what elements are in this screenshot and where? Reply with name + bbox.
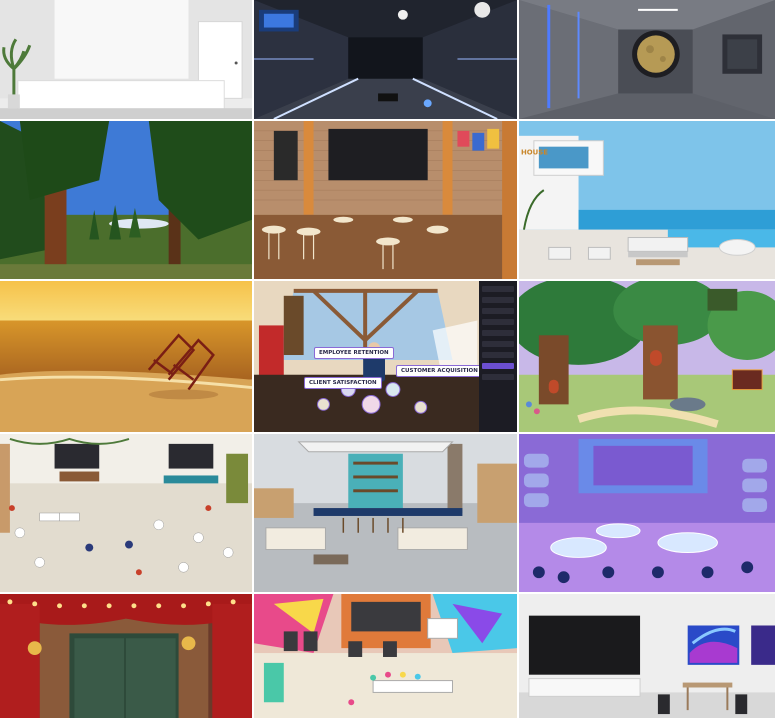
minimal-gallery-scene (519, 594, 775, 718)
neon-lounge-scene (519, 434, 775, 592)
tile-fairy-tree-house[interactable] (519, 281, 777, 434)
tile-golden-beach[interactable] (0, 281, 254, 434)
background-gallery-grid: HOUSE EMPLOYEE RETENTION CUSTOMER ACQUIS… (0, 0, 777, 720)
tile-open-plan-office[interactable] (0, 434, 254, 594)
poolside-villa-scene: HOUSE (519, 121, 775, 279)
brick-loft-scene (254, 121, 517, 279)
tile-spaceship-window-moon[interactable] (519, 0, 777, 121)
tile-poolside-villa[interactable]: HOUSE (519, 121, 777, 281)
tile-neon-ice-lounge[interactable] (519, 434, 777, 594)
office-reception-scene (0, 0, 252, 119)
spaceship-corridor-scene (254, 0, 517, 119)
label-client-satisfaction: CLIENT SATISFACTION (304, 377, 382, 389)
tile-minimal-gallery[interactable] (519, 594, 777, 720)
label-customer-acquisition: CUSTOMER ACQUISITION (396, 365, 483, 377)
redwood-forest-scene (0, 121, 252, 279)
tile-office-reception[interactable] (0, 0, 254, 121)
tile-rooftop-bar[interactable] (254, 434, 519, 594)
tile-brick-loft-cafe[interactable] (254, 121, 519, 281)
spaceship-moon-scene (519, 0, 775, 119)
tile-theater-stage[interactable] (0, 594, 254, 720)
theater-stage-scene (0, 594, 252, 718)
golden-beach-scene (0, 281, 252, 432)
villa-sign: HOUSE (521, 149, 548, 157)
rooftop-bar-scene (254, 434, 517, 592)
open-plan-office-scene (0, 434, 252, 592)
fairy-tree-scene (519, 281, 775, 432)
tile-virtual-event-stage[interactable]: EMPLOYEE RETENTION CUSTOMER ACQUISITION … (254, 281, 519, 434)
tile-spaceship-corridor-blue[interactable] (254, 0, 519, 121)
tile-graffiti-studio[interactable] (254, 594, 519, 720)
event-side-panel (479, 281, 517, 432)
graffiti-studio-scene (254, 594, 517, 718)
tile-redwood-forest[interactable] (0, 121, 254, 281)
label-employee-retention: EMPLOYEE RETENTION (314, 347, 394, 359)
